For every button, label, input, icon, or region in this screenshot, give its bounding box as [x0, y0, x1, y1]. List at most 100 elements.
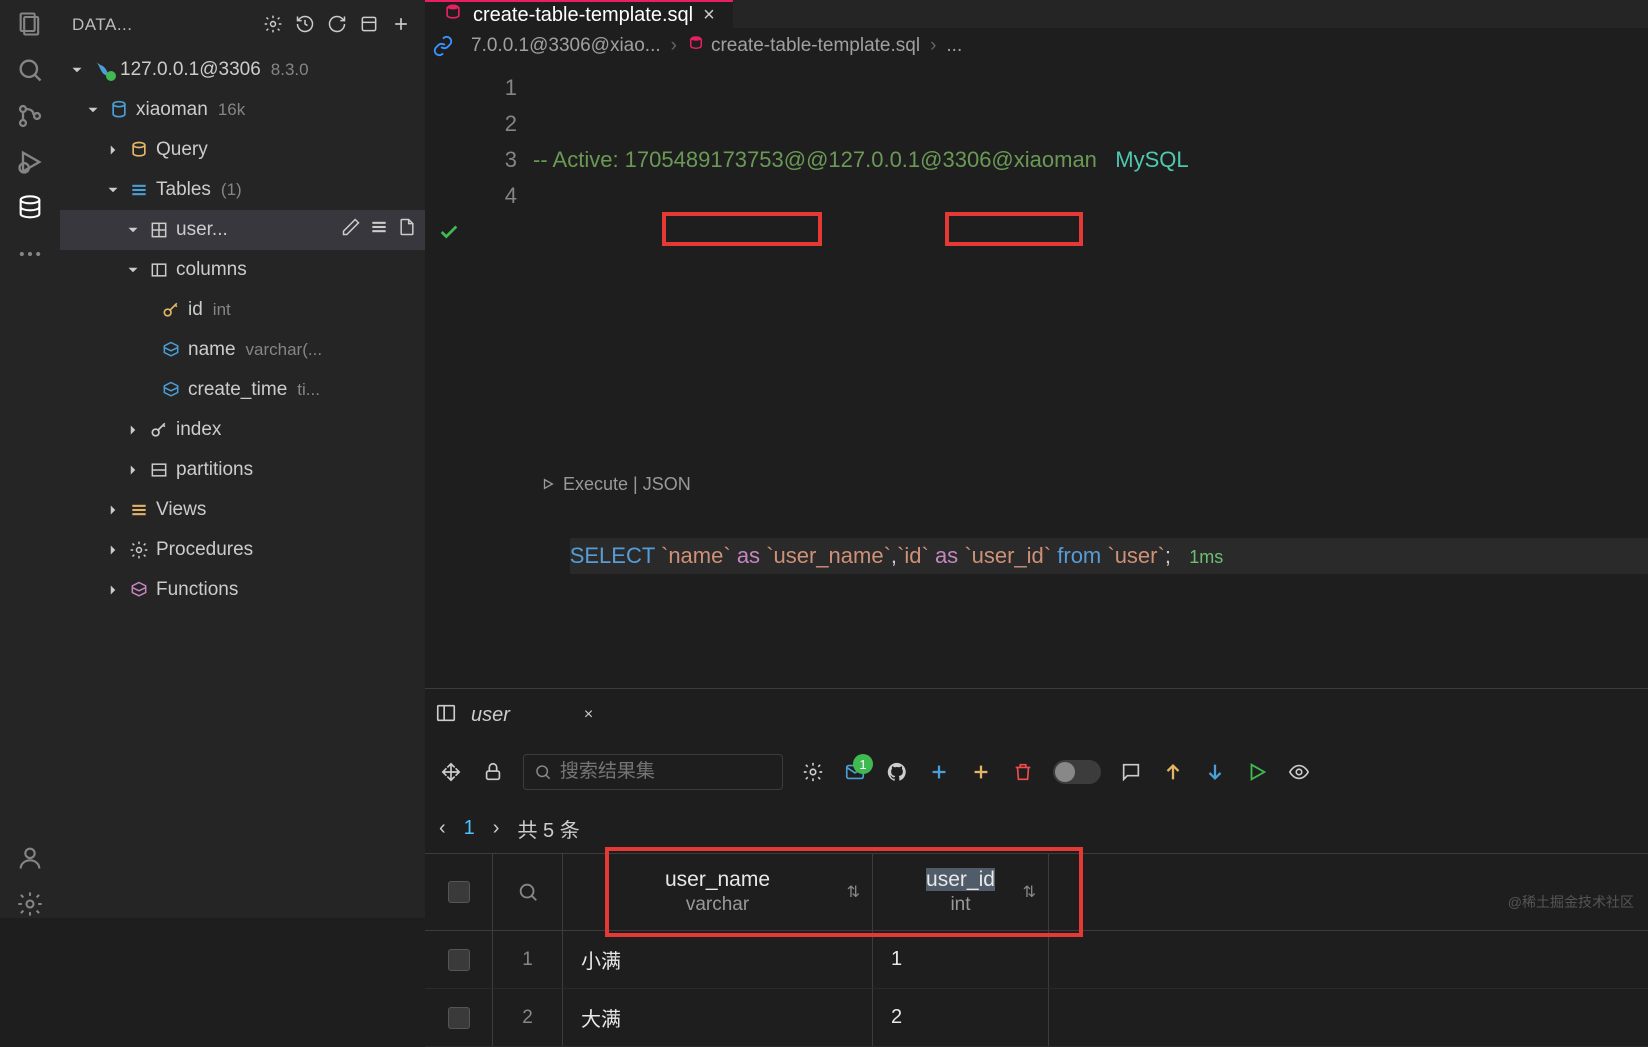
sort-icon[interactable]: ⇅ — [847, 882, 860, 902]
settings-icon[interactable] — [16, 890, 44, 918]
tables-icon — [128, 179, 150, 201]
list-icon[interactable] — [369, 217, 389, 243]
query-label: Query — [156, 139, 208, 161]
field-icon — [160, 379, 182, 401]
editor-tabs: create-table-template.sql × — [425, 0, 1648, 28]
arrow-up-icon[interactable] — [1161, 760, 1185, 784]
close-icon[interactable]: × — [703, 4, 715, 27]
search-input[interactable] — [560, 761, 772, 783]
table-row[interactable]: 2 大满 2 — [425, 989, 1648, 1047]
edit-icon[interactable] — [341, 217, 361, 243]
source-control-icon[interactable] — [16, 102, 44, 130]
partitions-folder[interactable]: partitions — [60, 450, 425, 490]
collapse-icon[interactable] — [359, 14, 381, 36]
header-user-id[interactable]: user_id int ⇅ — [873, 854, 1049, 930]
views-folder[interactable]: Views — [60, 490, 425, 530]
procedures-folder[interactable]: Procedures — [60, 530, 425, 570]
account-icon[interactable] — [16, 844, 44, 872]
breadcrumb-segment-1[interactable]: 7.0.0.1@3306@xiao... — [471, 35, 661, 57]
database-item[interactable]: xiaoman 16k — [60, 90, 425, 130]
results-table: user_name varchar ⇅ user_id int ⇅ 1 小满 1 — [425, 853, 1648, 1047]
search-icon[interactable] — [16, 56, 44, 84]
header-filter[interactable] — [493, 854, 563, 930]
table-header: user_name varchar ⇅ user_id int ⇅ — [425, 853, 1648, 931]
cell-user-id[interactable]: 1 — [873, 931, 1049, 988]
table-row[interactable]: 1 小满 1 — [425, 931, 1648, 989]
play-icon[interactable] — [1245, 760, 1269, 784]
next-page[interactable]: › — [493, 817, 500, 840]
results-tab-label[interactable]: user — [471, 704, 510, 727]
column-create-time[interactable]: create_time ti... — [60, 370, 425, 410]
row-number: 2 — [493, 989, 563, 1046]
link-icon[interactable] — [425, 35, 461, 57]
row-checkbox[interactable] — [425, 989, 493, 1046]
sort-icon[interactable]: ⇅ — [1023, 882, 1036, 902]
eye-icon[interactable] — [1287, 760, 1311, 784]
mail-icon[interactable]: 1 — [843, 760, 867, 784]
header-checkbox[interactable] — [425, 854, 493, 930]
filter-settings-icon[interactable] — [263, 14, 285, 36]
cell-user-id[interactable]: 2 — [873, 989, 1049, 1046]
add-icon[interactable] — [391, 14, 413, 36]
column-id[interactable]: id int — [60, 290, 425, 330]
trash-icon[interactable] — [1011, 760, 1035, 784]
cell-user-name[interactable]: 大满 — [563, 989, 873, 1046]
table-user-item[interactable]: user... — [60, 210, 425, 250]
views-label: Views — [156, 499, 206, 521]
cell-user-name[interactable]: 小满 — [563, 931, 873, 988]
panel-icon[interactable] — [435, 702, 457, 729]
connection-item[interactable]: 127.0.0.1@3306 8.3.0 — [60, 50, 425, 90]
mysql-connection-icon — [92, 59, 114, 81]
more-icon[interactable] — [16, 240, 44, 268]
github-icon[interactable] — [885, 760, 909, 784]
code-area[interactable]: -- Active: 1705489173753@@127.0.0.1@3306… — [525, 64, 1648, 688]
tab-sql-file[interactable]: create-table-template.sql × — [425, 0, 733, 28]
search-box[interactable] — [523, 754, 783, 790]
current-page: 1 — [464, 817, 475, 840]
codelens[interactable]: Execute | JSON — [533, 466, 1648, 502]
database-count: 16k — [218, 100, 245, 120]
plus-yellow-icon[interactable] — [969, 760, 993, 784]
row-checkbox[interactable] — [425, 931, 493, 988]
mysql-label: MySQL — [1115, 147, 1188, 172]
sidebar: DATA... 127.0.0.1@3306 8.3.0 xiaoman 16k… — [60, 0, 425, 918]
column-name: name — [188, 339, 236, 361]
watermark: @稀土掘金技术社区 — [1508, 892, 1634, 912]
explorer-icon[interactable] — [16, 10, 44, 38]
column-name-item[interactable]: name varchar(... — [60, 330, 425, 370]
index-label: index — [176, 419, 221, 441]
functions-folder[interactable]: Functions — [60, 570, 425, 610]
index-folder[interactable]: index — [60, 410, 425, 450]
highlight-box-1 — [662, 212, 822, 246]
toggle-switch[interactable] — [1053, 760, 1101, 784]
tables-folder[interactable]: Tables (1) — [60, 170, 425, 210]
plus-blue-icon[interactable] — [927, 760, 951, 784]
comment-icon[interactable] — [1119, 760, 1143, 784]
query-folder[interactable]: Query — [60, 130, 425, 170]
results-tab-close[interactable]: × — [584, 706, 593, 724]
prev-page[interactable]: ‹ — [439, 817, 446, 840]
new-file-icon[interactable] — [397, 217, 417, 243]
code-editor[interactable]: 1 2 3 4 -- Active: 1705489173753@@127.0.… — [425, 64, 1648, 688]
chevron-down-icon — [124, 261, 142, 279]
refresh-icon[interactable] — [327, 14, 349, 36]
column-type: varchar(... — [246, 340, 323, 360]
key-icon — [148, 419, 170, 441]
breadcrumb-segment-2[interactable]: create-table-template.sql — [687, 34, 920, 58]
history-icon[interactable] — [295, 14, 317, 36]
arrow-down-icon[interactable] — [1203, 760, 1227, 784]
main-area: create-table-template.sql × 7.0.0.1@3306… — [425, 0, 1648, 918]
partitions-label: partitions — [176, 459, 253, 481]
functions-label: Functions — [156, 579, 238, 601]
debug-icon[interactable] — [16, 148, 44, 176]
columns-folder[interactable]: columns — [60, 250, 425, 290]
move-icon[interactable] — [439, 760, 463, 784]
database-icon[interactable] — [16, 194, 44, 222]
breadcrumb-separator: › — [930, 35, 936, 57]
lock-icon[interactable] — [481, 760, 505, 784]
header-user-name[interactable]: user_name varchar ⇅ — [563, 854, 873, 930]
gear-icon[interactable] — [801, 760, 825, 784]
column-type: ti... — [297, 380, 320, 400]
breadcrumb-ellipsis[interactable]: ... — [946, 35, 962, 57]
chevron-down-icon — [104, 181, 122, 199]
